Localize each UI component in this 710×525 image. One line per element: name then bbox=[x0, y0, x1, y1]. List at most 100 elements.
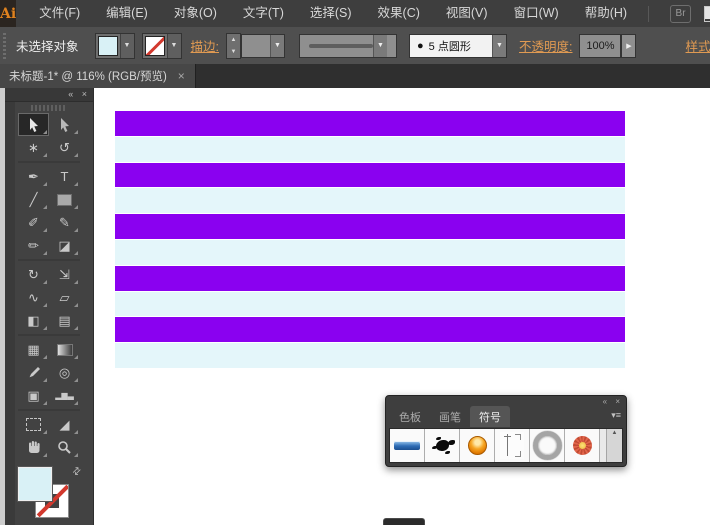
panel-tab-0[interactable]: 色板 bbox=[390, 406, 430, 427]
canvas-area: « × ∗ ↺ ✒ T ╱ ✐ ✎ ✏ ◪ ↻ ⇲ ∿ ▱ ◧ ▤ ▦ ◎ ▣ ▂▆▃ ◢ ⇄ « × bbox=[0, 88, 710, 525]
mesh-tool[interactable]: ▦ bbox=[18, 338, 49, 361]
panel-tab-1[interactable]: 画笔 bbox=[430, 406, 470, 427]
perspective-grid-tool-icon: ▤ bbox=[58, 312, 71, 328]
close-icon[interactable]: × bbox=[615, 397, 620, 406]
column-graph-tool[interactable]: ▂▆▃ bbox=[49, 384, 80, 407]
symbol-orange-orb[interactable] bbox=[460, 429, 495, 462]
panel-tab-2[interactable]: 符号 bbox=[470, 406, 510, 427]
flyout-corner-icon bbox=[43, 182, 47, 186]
menu-item-0[interactable]: 文件(F) bbox=[26, 0, 93, 27]
stepper-up-icon[interactable]: ▲ bbox=[227, 34, 240, 46]
eyedropper-tool[interactable] bbox=[18, 361, 49, 384]
scroll-up-icon[interactable]: ▲ bbox=[607, 430, 622, 436]
menu-item-5[interactable]: 效果(C) bbox=[365, 0, 433, 27]
opacity-flyout[interactable]: ▶ bbox=[621, 33, 637, 58]
stroke-weight-stepper[interactable]: ▲ ▼ bbox=[226, 32, 241, 59]
stroke-link[interactable]: 描边: bbox=[191, 36, 219, 55]
stripe-cyan-7[interactable] bbox=[115, 291, 625, 317]
flyout-corner-icon bbox=[74, 401, 78, 405]
opacity-link[interactable]: 不透明度: bbox=[519, 36, 572, 55]
type-tool[interactable]: T bbox=[49, 165, 80, 188]
stroke-profile-dropdown[interactable]: ▼ bbox=[299, 33, 397, 58]
gradient-tool[interactable] bbox=[49, 338, 80, 361]
stroke-weight-field[interactable]: ▼ bbox=[241, 33, 285, 58]
shape-builder-tool[interactable]: ◧ bbox=[18, 309, 49, 332]
document-tab[interactable]: 未标题-1* @ 116% (RGB/预览) × bbox=[0, 64, 196, 88]
close-icon[interactable]: × bbox=[178, 70, 185, 82]
symbol-blue-gradient-bar[interactable] bbox=[390, 429, 425, 462]
stripe-cyan-5[interactable] bbox=[115, 239, 625, 265]
app-logo[interactable]: Ai bbox=[0, 0, 17, 27]
brush-dropdown[interactable]: ● 5 点圆形 ▼ bbox=[409, 33, 507, 58]
symbol-orange-daisy[interactable] bbox=[565, 429, 600, 462]
menu-item-4[interactable]: 选择(S) bbox=[297, 0, 365, 27]
opacity-field[interactable]: 100% bbox=[579, 33, 622, 58]
scrollbar[interactable]: ▲ bbox=[606, 429, 622, 462]
free-transform-tool[interactable]: ▱ bbox=[49, 286, 80, 309]
lasso-tool[interactable]: ↺ bbox=[49, 136, 80, 159]
selection-tool[interactable] bbox=[18, 113, 49, 136]
panel-grip[interactable] bbox=[3, 32, 6, 59]
stepper-down-icon[interactable]: ▼ bbox=[227, 46, 240, 58]
tools-panel-header: « × bbox=[5, 88, 93, 102]
menu-item-3[interactable]: 文字(T) bbox=[230, 0, 297, 27]
partial-panel[interactable] bbox=[383, 518, 425, 525]
stripe-cyan-1[interactable] bbox=[115, 136, 625, 162]
slice-tool[interactable]: ◢ bbox=[49, 413, 80, 436]
menu-item-2[interactable]: 对象(O) bbox=[161, 0, 230, 27]
stroke-profile-preview bbox=[309, 43, 373, 48]
flyout-corner-icon bbox=[74, 280, 78, 284]
perspective-grid-tool[interactable]: ▤ bbox=[49, 309, 80, 332]
chevron-down-icon: ▼ bbox=[166, 33, 181, 58]
stripe-cyan-3[interactable] bbox=[115, 188, 625, 214]
stroke-color-dropdown[interactable]: ▼ bbox=[141, 32, 182, 59]
width-tool[interactable]: ∿ bbox=[18, 286, 49, 309]
pencil-tool[interactable]: ✎ bbox=[49, 211, 80, 234]
close-icon[interactable]: × bbox=[82, 89, 87, 99]
panel-menu-icon[interactable]: ▾≡ bbox=[611, 410, 621, 421]
magic-wand-tool[interactable]: ∗ bbox=[18, 136, 49, 159]
menu-items: 文件(F) 编辑(E) 对象(O) 文字(T) 选择(S) 效果(C) 视图(V) 窗口(W)… bbox=[26, 0, 640, 27]
rotate-tool[interactable]: ↻ bbox=[18, 263, 49, 286]
rectangle-tool[interactable] bbox=[49, 188, 80, 211]
stripe-purple-4[interactable] bbox=[115, 214, 625, 239]
collapse-panel-icon[interactable]: « bbox=[68, 89, 73, 99]
stripe-purple-2[interactable] bbox=[115, 162, 625, 188]
collapse-panel-icon[interactable]: « bbox=[603, 397, 608, 406]
line-segment-tool[interactable]: ╱ bbox=[18, 188, 49, 211]
direct-selection-tool[interactable] bbox=[49, 113, 80, 136]
symbol-registration-marks[interactable] bbox=[495, 429, 530, 462]
stripe-cyan-9[interactable] bbox=[115, 343, 625, 368]
bridge-button[interactable]: Br bbox=[670, 4, 692, 23]
workspace-switcher[interactable]: ▾ bbox=[704, 5, 710, 22]
menu-item-6[interactable]: 视图(V) bbox=[433, 0, 501, 27]
artboard-tool[interactable] bbox=[18, 413, 49, 436]
blob-brush-tool[interactable]: ✏ bbox=[18, 234, 49, 257]
paintbrush-tool[interactable]: ✐ bbox=[18, 211, 49, 234]
rotate-tool-icon: ↻ bbox=[28, 266, 39, 282]
symbol-gray-wreath[interactable] bbox=[530, 429, 565, 462]
panel-grip[interactable] bbox=[31, 105, 67, 111]
fill-swatch[interactable] bbox=[18, 467, 52, 501]
eraser-tool[interactable]: ◪ bbox=[49, 234, 80, 257]
flyout-corner-icon bbox=[43, 378, 47, 382]
menu-item-1[interactable]: 编辑(E) bbox=[93, 0, 161, 27]
stripe-purple-8[interactable] bbox=[115, 317, 625, 343]
symbol-sprayer-tool[interactable]: ▣ bbox=[18, 384, 49, 407]
menu-item-7[interactable]: 窗口(W) bbox=[501, 0, 572, 27]
mesh-tool-icon: ▦ bbox=[27, 341, 40, 357]
flyout-corner-icon bbox=[43, 228, 47, 232]
fill-color-dropdown[interactable]: ▼ bbox=[94, 32, 135, 59]
menu-item-8[interactable]: 帮助(H) bbox=[572, 0, 640, 27]
scale-tool[interactable]: ⇲ bbox=[49, 263, 80, 286]
swap-fill-stroke-icon[interactable]: ⇄ bbox=[70, 465, 84, 479]
hand-tool[interactable] bbox=[18, 436, 49, 459]
stripe-purple-0[interactable] bbox=[115, 111, 625, 136]
zoom-tool[interactable] bbox=[49, 436, 80, 459]
symbol-ink-splat[interactable] bbox=[425, 429, 460, 462]
pen-tool[interactable]: ✒ bbox=[18, 165, 49, 188]
style-link[interactable]: 样式: bbox=[686, 36, 710, 55]
blend-tool[interactable]: ◎ bbox=[49, 361, 80, 384]
striped-artwork[interactable] bbox=[115, 111, 625, 369]
stripe-purple-6[interactable] bbox=[115, 265, 625, 291]
